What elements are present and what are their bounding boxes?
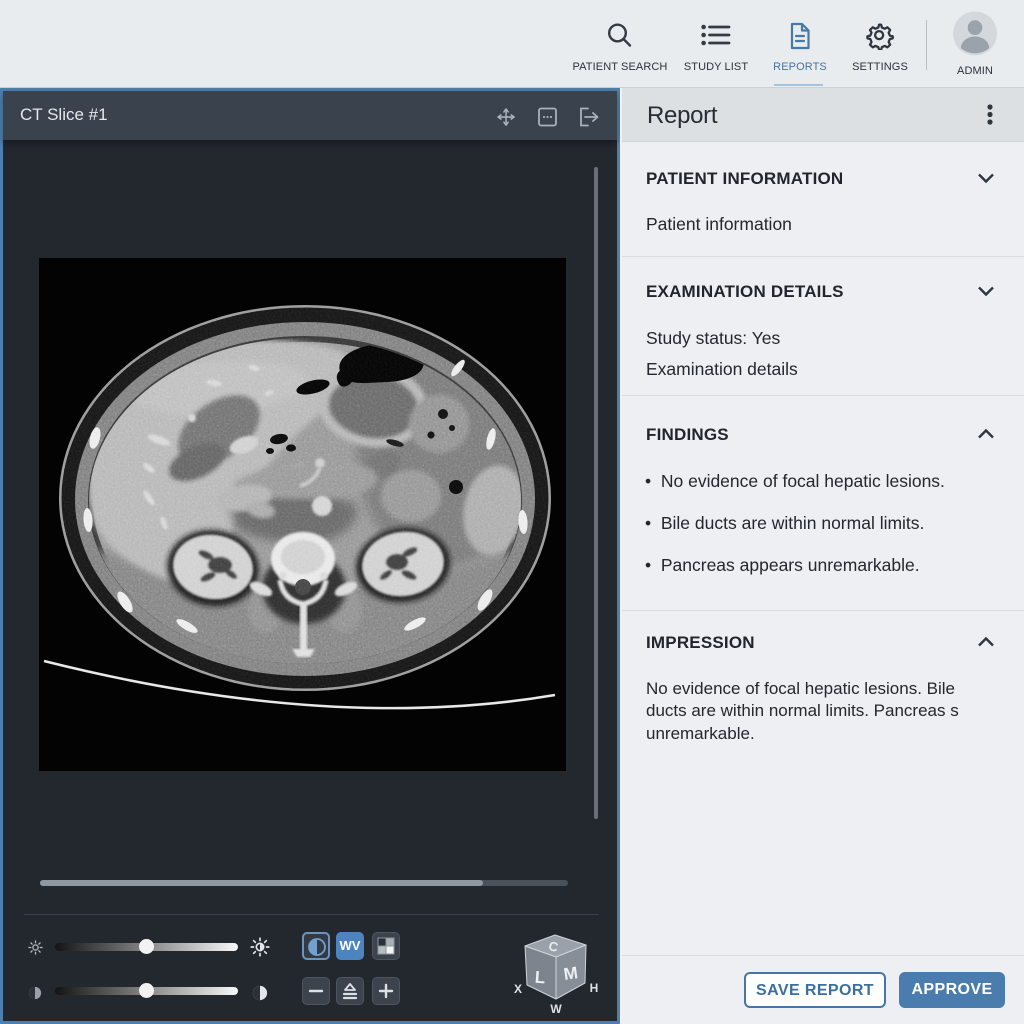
svg-text:X: X <box>514 982 522 996</box>
svg-text:M: M <box>562 963 579 984</box>
svg-text:H: H <box>590 981 599 995</box>
svg-text:L: L <box>534 968 546 988</box>
svg-text:W: W <box>550 1002 562 1016</box>
